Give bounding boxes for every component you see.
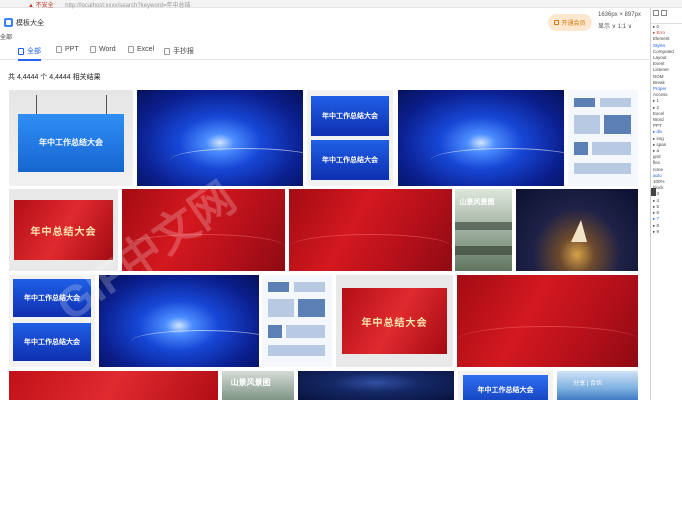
template-thumbnail[interactable]: [568, 90, 638, 186]
hanger-icon: [105, 94, 107, 116]
template-thumbnail[interactable]: [457, 275, 638, 367]
template-thumbnail[interactable]: [289, 189, 452, 271]
crown-icon: [554, 20, 560, 25]
vip-button[interactable]: 开通会员: [548, 14, 592, 31]
app-title: 模板大全: [16, 20, 44, 27]
thumbnail-title: 年中工作总结大会: [24, 294, 80, 302]
template-thumbnail[interactable]: 年中工作总结大会 年中工作总结大会: [307, 90, 393, 186]
template-thumbnail[interactable]: 年中总结大会: [336, 275, 453, 367]
device-icon[interactable]: [661, 10, 667, 16]
vip-button-label: 开通会员: [561, 21, 586, 27]
tab-label: Word: [99, 46, 116, 53]
tab-handbill[interactable]: 手抄报: [164, 46, 194, 56]
thumbnail-title: 年中总结大会: [30, 226, 97, 238]
side-label: 全部: [0, 35, 13, 41]
thumbnail-title: 年中工作总结大会: [322, 157, 378, 165]
tab-label: Excel: [137, 46, 155, 53]
template-thumbnail[interactable]: [298, 371, 454, 400]
template-thumbnail[interactable]: [9, 371, 218, 400]
thumbnail-title: 年中工作总结大会: [24, 339, 80, 347]
template-thumbnail[interactable]: [516, 189, 638, 271]
display-options[interactable]: 显示 ∨ 1:1 ∨: [598, 21, 632, 30]
ppt-icon: [56, 46, 62, 53]
browser-address-bar[interactable]: ▲ 不安全 http://localhost:xxxx/search?keywo…: [0, 0, 682, 9]
devtools-resize-handle[interactable]: [651, 188, 656, 196]
tab-all[interactable]: 全部: [18, 46, 41, 61]
template-thumbnail[interactable]: 年中工作总结大会: [458, 371, 553, 400]
template-thumbnail[interactable]: 山景风景图: [222, 371, 294, 400]
template-thumbnail[interactable]: [137, 90, 303, 186]
tab-label: PPT: [65, 46, 79, 53]
tab-ppt[interactable]: PPT: [56, 46, 79, 53]
devtools-toolbar[interactable]: [651, 8, 682, 24]
app-header: 模板大全 全部 开通会员 1636px × 897px 显示 ∨ 1:1 ∨: [0, 8, 650, 41]
tab-label: 手抄报: [173, 48, 194, 55]
word-icon: [90, 46, 96, 53]
template-thumbnail[interactable]: 分享 | 合伙: [557, 371, 638, 400]
thumbnail-title: 年中工作总结大会: [39, 138, 103, 148]
template-thumbnail[interactable]: [122, 189, 285, 271]
result-count: 共 4,4444 个 4,4444 相关结果: [8, 74, 101, 81]
template-thumbnail[interactable]: 年中工作总结大会 年中工作总结大会: [9, 275, 95, 367]
grid-icon: [18, 47, 24, 55]
devtools-line: ▸ 9: [653, 228, 660, 234]
thumbnail-title: 年中工作总结大会: [477, 386, 534, 394]
tab-word[interactable]: Word: [90, 46, 116, 53]
template-thumbnail[interactable]: 山景风景图: [455, 189, 512, 271]
thumbnail-title: 分享 | 合伙: [573, 381, 603, 388]
devtools-content: ▸ 0 ▸ Erro Element Styles Computed Layout Even…: [651, 24, 682, 235]
hanger-icon: [36, 94, 38, 116]
thumbnail-title: 山景风景图: [230, 377, 271, 387]
tab-label: 全部: [27, 48, 41, 55]
template-thumbnail[interactable]: [99, 275, 259, 367]
sailboat-icon: [570, 220, 587, 243]
template-thumbnail[interactable]: [398, 90, 564, 186]
inspect-icon[interactable]: [653, 10, 659, 16]
viewport-dimensions: 1636px × 897px: [598, 12, 641, 18]
tab-excel[interactable]: Excel: [128, 46, 154, 53]
thumbnail-title: 山景风景图: [459, 199, 495, 207]
template-thumbnail[interactable]: 年中总结大会: [9, 189, 118, 271]
thumbnail-title: 年中工作总结大会: [322, 112, 378, 120]
devtools-panel[interactable]: ▸ 0 ▸ Erro Element Styles Computed Layout Even…: [650, 8, 682, 400]
template-thumbnail[interactable]: 年中工作总结大会: [9, 90, 133, 186]
category-tabs: 全部 PPT Word Excel 手抄报: [0, 42, 650, 61]
handbill-icon: [164, 47, 170, 55]
excel-icon: [128, 46, 134, 53]
thumbnail-title: 年中总结大会: [361, 317, 428, 329]
template-thumbnail[interactable]: [262, 275, 332, 367]
logo-icon: [4, 18, 13, 27]
